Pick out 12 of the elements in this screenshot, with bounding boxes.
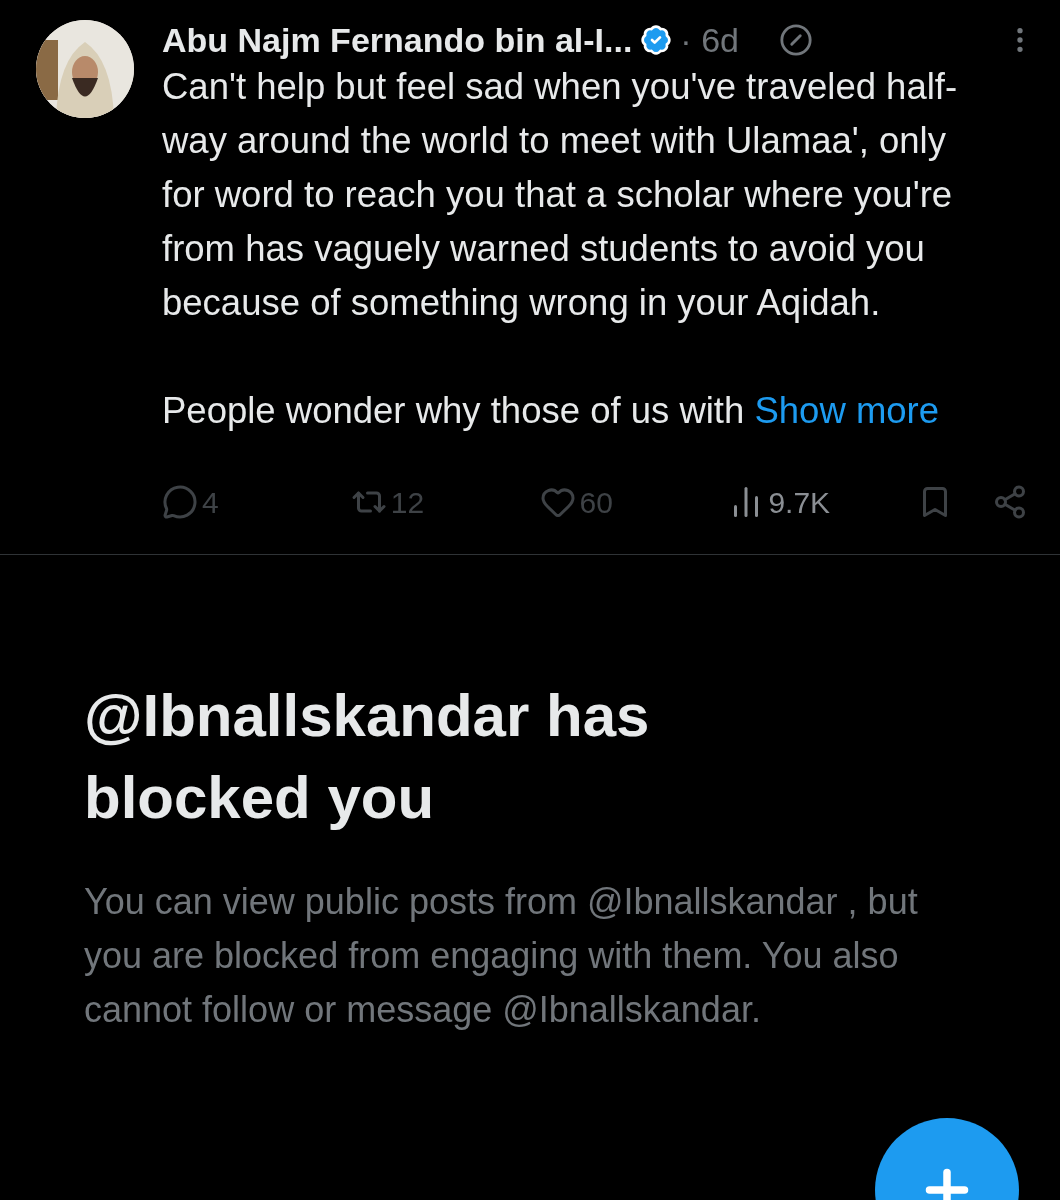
author-name[interactable]: Abu Najm Fernando bin al-I... (162, 14, 633, 66)
action-count: 9.7K (768, 484, 831, 521)
slashed-circle-icon[interactable] (778, 23, 813, 57)
blocked-message: You can view public posts from @Ibnallskandar , but you are blocked from engaging with them. You also cannot follow or message @Ibnallskandar. (84, 880, 919, 1032)
post-text: Can't help but feel sad when you've traveled half-way around the world to meet with Ulamaa', only for word to reach you that a scholar where you're from has vaguely warned students to avoid you because of something wrong in your Aqidah. (162, 65, 959, 325)
post-text: People wonder why those of us with Show more (162, 389, 941, 433)
post-time: · 6d (680, 19, 739, 61)
show-more-link[interactable]: Show more (754, 390, 940, 431)
action-count: 12 (390, 484, 425, 521)
blocked-heading: @Ibnallskandar has blocked you (84, 681, 651, 833)
action-count: 4 (202, 484, 219, 521)
action-count: 60 (579, 484, 613, 521)
